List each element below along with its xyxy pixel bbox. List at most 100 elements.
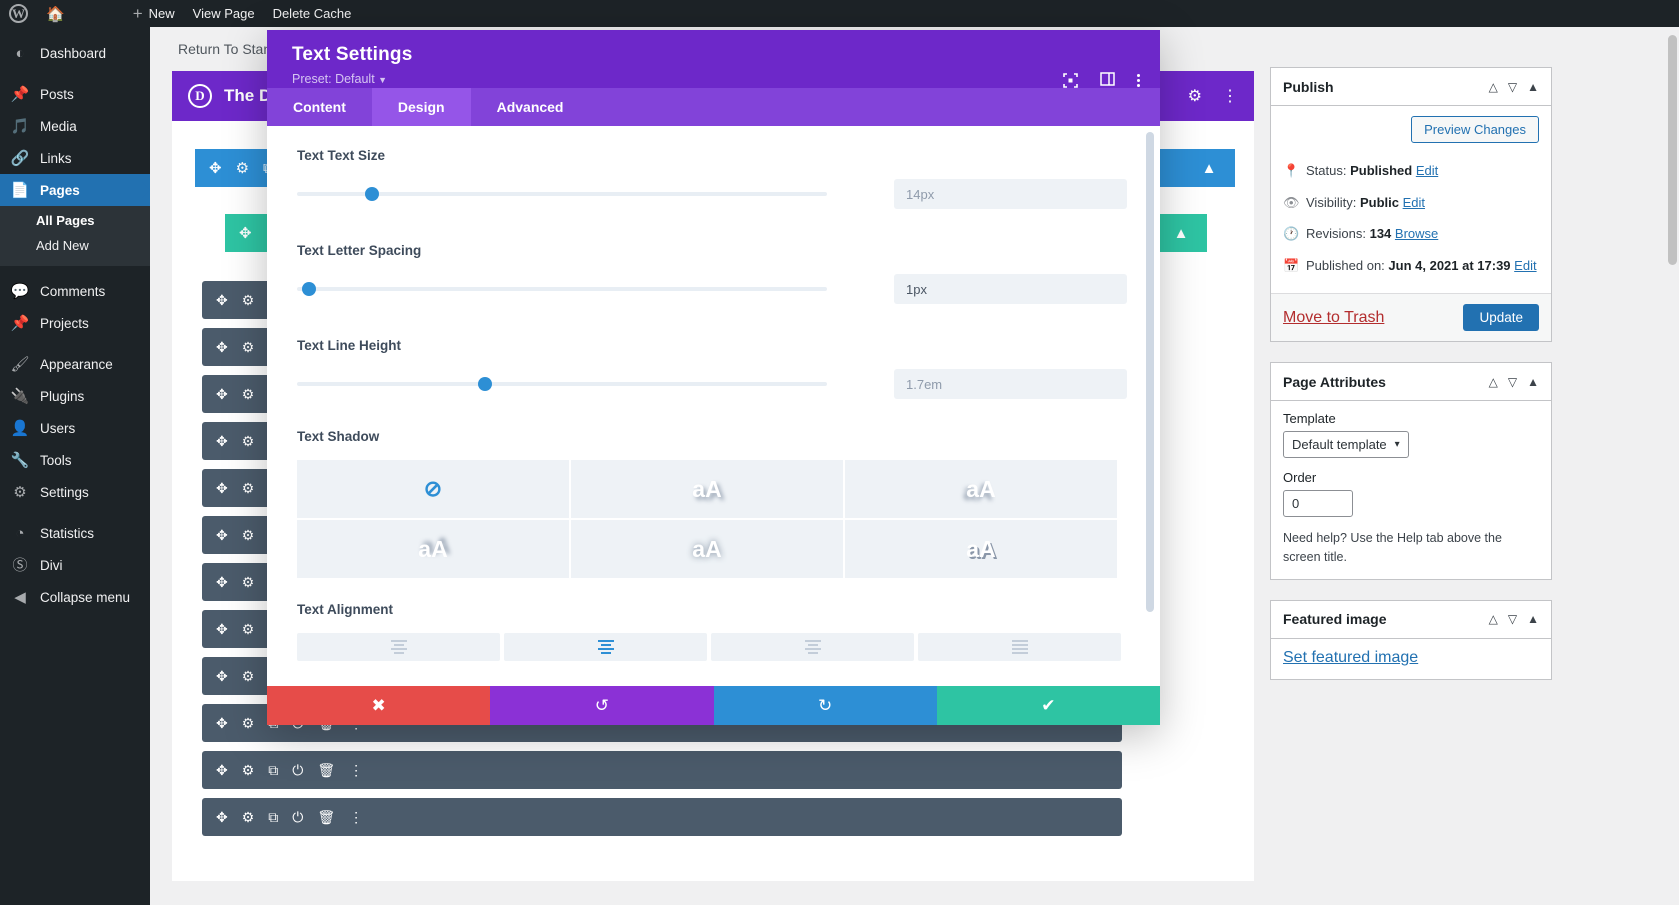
- sidebar-item-settings[interactable]: ⚙ Settings: [0, 476, 150, 508]
- gear-icon[interactable]: ⚙: [236, 159, 249, 177]
- move-icon[interactable]: ✥: [216, 809, 228, 826]
- gear-icon[interactable]: ⚙: [242, 621, 255, 638]
- text-size-slider[interactable]: [297, 187, 827, 201]
- align-left-button[interactable]: [297, 633, 500, 661]
- move-icon[interactable]: ✥: [239, 224, 252, 242]
- power-icon[interactable]: ⏻: [292, 762, 303, 779]
- page-scrollbar-thumb[interactable]: [1668, 35, 1677, 265]
- align-right-button[interactable]: [711, 633, 914, 661]
- sidebar-item-pages[interactable]: 📄 Pages: [0, 174, 150, 206]
- tab-design[interactable]: Design: [371, 88, 471, 126]
- module-toolbar[interactable]: ✥ ⚙ ⧉ ⏻ 🗑 ⋮: [202, 751, 1122, 789]
- adminbar-view-page-button[interactable]: View Page: [184, 0, 264, 27]
- sidebar-item-media[interactable]: 🎵 Media: [0, 110, 150, 142]
- sidebar-item-projects[interactable]: 📌 Projects: [0, 307, 150, 339]
- sidebar-subitem-add-new[interactable]: Add New: [0, 233, 150, 258]
- post-visibility-edit-link[interactable]: Edit: [1403, 195, 1425, 210]
- order-input[interactable]: 0: [1283, 490, 1353, 517]
- power-icon[interactable]: ⏻: [292, 809, 303, 826]
- chevron-up-icon[interactable]: △: [1489, 612, 1498, 626]
- more-icon[interactable]: ⋮: [349, 762, 363, 779]
- sidebar-item-tools[interactable]: 🔧 Tools: [0, 444, 150, 476]
- toggle-panel-icon[interactable]: ▲: [1527, 80, 1539, 94]
- gear-icon[interactable]: ⚙: [242, 762, 255, 779]
- duplicate-icon[interactable]: ⧉: [268, 762, 278, 779]
- move-icon[interactable]: ✥: [216, 386, 228, 403]
- gear-icon[interactable]: ⚙: [242, 386, 255, 403]
- fullscreen-icon[interactable]: [1063, 73, 1078, 88]
- align-justify-button[interactable]: [918, 633, 1121, 661]
- text-shadow-option-5[interactable]: aA: [845, 520, 1117, 578]
- template-select[interactable]: Default template ▾: [1283, 431, 1409, 458]
- sidebar-item-appearance[interactable]: 🖌 Appearance: [0, 348, 150, 380]
- sidebar-item-users[interactable]: 👤 Users: [0, 412, 150, 444]
- move-icon[interactable]: ✥: [216, 668, 228, 685]
- update-button[interactable]: Update: [1463, 304, 1539, 331]
- move-to-trash-link[interactable]: Move to Trash: [1283, 309, 1384, 327]
- move-icon[interactable]: ✥: [216, 621, 228, 638]
- gear-icon[interactable]: ⚙: [242, 292, 255, 309]
- gear-icon[interactable]: ⚙: [242, 480, 255, 497]
- post-published-edit-link[interactable]: Edit: [1514, 258, 1536, 273]
- tab-advanced[interactable]: Advanced: [471, 88, 590, 126]
- move-icon[interactable]: ✥: [216, 715, 228, 732]
- text-shadow-option-3[interactable]: aA: [297, 520, 569, 578]
- save-button[interactable]: ✔: [936, 686, 1160, 725]
- more-icon[interactable]: ⋮: [1222, 86, 1238, 106]
- post-status-edit-link[interactable]: Edit: [1416, 163, 1438, 178]
- letter-spacing-value[interactable]: 1px: [894, 274, 1127, 304]
- gear-icon[interactable]: ⚙: [242, 433, 255, 450]
- tab-content[interactable]: Content: [267, 88, 372, 126]
- align-center-button[interactable]: [504, 633, 707, 661]
- toggle-panel-icon[interactable]: ▲: [1527, 375, 1539, 389]
- set-featured-image-link[interactable]: Set featured image: [1283, 649, 1418, 666]
- move-icon[interactable]: ✥: [216, 762, 228, 779]
- text-shadow-option-2[interactable]: aA: [845, 460, 1117, 518]
- module-toolbar[interactable]: ✥ ⚙ ⧉ ⏻ 🗑 ⋮: [202, 798, 1122, 836]
- modal-scrollbar-thumb[interactable]: [1146, 132, 1154, 612]
- text-size-value[interactable]: 14px: [894, 179, 1127, 209]
- letter-spacing-slider[interactable]: [297, 282, 827, 296]
- chevron-down-icon[interactable]: ▽: [1508, 612, 1517, 626]
- gear-icon[interactable]: ⚙: [1188, 86, 1202, 106]
- sidebar-item-links[interactable]: 🔗 Links: [0, 142, 150, 174]
- move-icon[interactable]: ✥: [216, 339, 228, 356]
- chevron-down-icon[interactable]: ▽: [1508, 375, 1517, 389]
- move-icon[interactable]: ✥: [216, 480, 228, 497]
- move-icon[interactable]: ✥: [216, 292, 228, 309]
- letter-spacing-slider-knob[interactable]: [302, 282, 316, 296]
- gear-icon[interactable]: ⚙: [242, 715, 255, 732]
- vertical-dots-icon[interactable]: [1137, 74, 1140, 87]
- toggle-panel-icon[interactable]: ▲: [1527, 612, 1539, 626]
- line-height-value[interactable]: 1.7em: [894, 369, 1127, 399]
- row-collapse-button[interactable]: ▲: [1155, 214, 1207, 252]
- move-icon[interactable]: ✥: [216, 433, 228, 450]
- sidebar-item-dashboard[interactable]: ◐ Dashboard: [0, 37, 150, 69]
- layout-icon[interactable]: [1100, 72, 1115, 89]
- preview-changes-button[interactable]: Preview Changes: [1411, 116, 1539, 143]
- undo-button[interactable]: ↺: [490, 686, 714, 725]
- sidebar-item-divi[interactable]: Ⓢ Divi: [0, 549, 150, 581]
- sidebar-item-posts[interactable]: 📌 Posts: [0, 78, 150, 110]
- trash-icon[interactable]: 🗑: [317, 762, 335, 779]
- move-icon[interactable]: ✥: [216, 574, 228, 591]
- site-home-button[interactable]: 🏠: [37, 0, 74, 27]
- sidebar-item-collapse-menu[interactable]: ◀ Collapse menu: [0, 581, 150, 613]
- adminbar-new-button[interactable]: + New: [124, 0, 184, 27]
- text-shadow-option-4[interactable]: aA: [571, 520, 843, 578]
- redo-button[interactable]: ↻: [713, 686, 937, 725]
- sidebar-item-plugins[interactable]: 🔌 Plugins: [0, 380, 150, 412]
- wp-logo-button[interactable]: W: [0, 0, 37, 27]
- gear-icon[interactable]: ⚙: [242, 668, 255, 685]
- chevron-down-icon[interactable]: ▽: [1508, 80, 1517, 94]
- adminbar-delete-cache-button[interactable]: Delete Cache: [264, 0, 361, 27]
- move-icon[interactable]: ✥: [216, 527, 228, 544]
- gear-icon[interactable]: ⚙: [242, 339, 255, 356]
- move-icon[interactable]: ✥: [209, 159, 222, 177]
- text-shadow-option-1[interactable]: aA: [571, 460, 843, 518]
- sidebar-item-statistics[interactable]: ◔ Statistics: [0, 517, 150, 549]
- sidebar-subitem-all-pages[interactable]: All Pages: [0, 208, 150, 233]
- section-collapse-button[interactable]: ▲: [1183, 149, 1235, 187]
- line-height-slider[interactable]: [297, 377, 827, 391]
- line-height-slider-knob[interactable]: [478, 377, 492, 391]
